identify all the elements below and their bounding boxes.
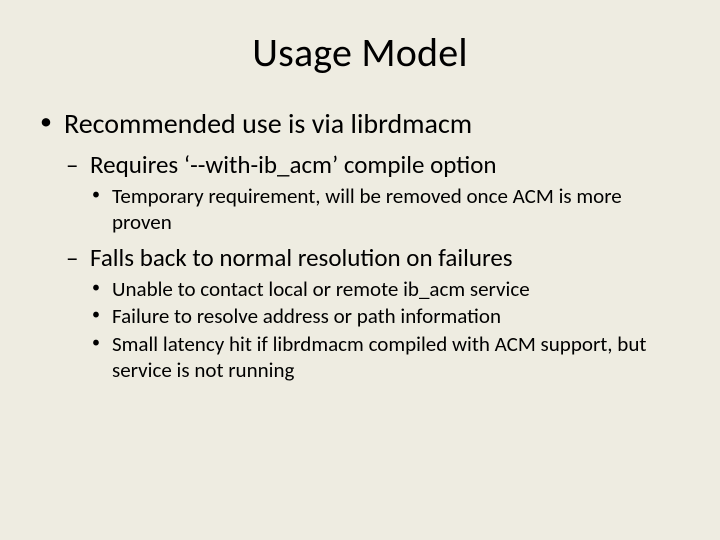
bullet-lvl2: Requires ‘--with-ib_acm’ compile option … xyxy=(64,149,684,235)
bullet-text: Small latency hit if librdmacm compiled … xyxy=(112,331,646,383)
slide-title: Usage Model xyxy=(36,28,684,77)
bullet-text: Unable to contact local or remote ib_acm… xyxy=(112,276,530,302)
bullet-text: Requires ‘--with-ib_acm’ compile option xyxy=(90,149,497,180)
bullet-lvl3: Unable to contact local or remote ib_acm… xyxy=(90,277,684,303)
slide: Usage Model Recommended use is via librd… xyxy=(0,0,720,540)
bullet-list-lvl3: Temporary requirement, will be removed o… xyxy=(90,184,684,235)
bullet-list-lvl2: Requires ‘--with-ib_acm’ compile option … xyxy=(64,149,684,383)
bullet-lvl3: Small latency hit if librdmacm compiled … xyxy=(90,332,684,383)
bullet-text: Failure to resolve address or path infor… xyxy=(112,303,501,329)
bullet-list: Recommended use is via librdmacm Require… xyxy=(36,107,684,383)
bullet-lvl3: Temporary requirement, will be removed o… xyxy=(90,184,684,235)
bullet-text: Recommended use is via librdmacm xyxy=(64,106,472,141)
bullet-lvl3: Failure to resolve address or path infor… xyxy=(90,304,684,330)
bullet-lvl1: Recommended use is via librdmacm Require… xyxy=(36,107,684,383)
bullet-text: Temporary requirement, will be removed o… xyxy=(112,183,622,235)
bullet-lvl2: Falls back to normal resolution on failu… xyxy=(64,242,684,384)
bullet-text: Falls back to normal resolution on failu… xyxy=(90,242,513,273)
bullet-list-lvl3: Unable to contact local or remote ib_acm… xyxy=(90,277,684,383)
